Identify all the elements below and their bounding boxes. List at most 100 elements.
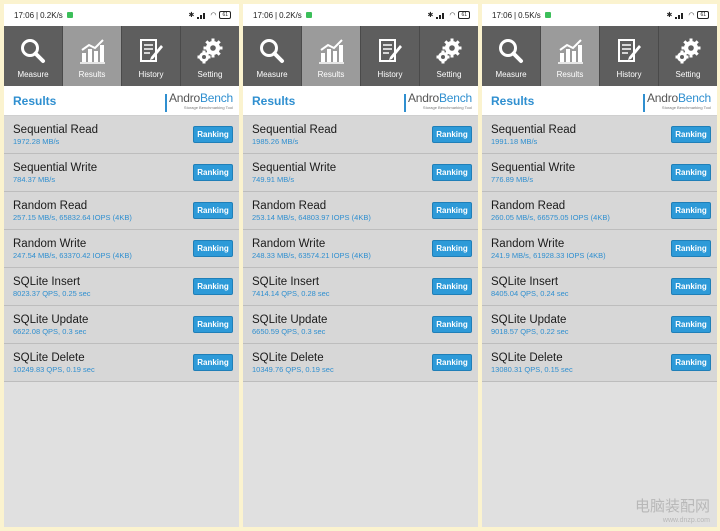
tab-history[interactable]: History	[122, 26, 181, 86]
result-value: 247.54 MB/s, 63370.42 IOPS (4KB)	[13, 250, 132, 260]
result-value: 1985.26 MB/s	[252, 136, 299, 146]
tab-label: Setting	[197, 70, 223, 79]
ranking-button[interactable]: Ranking	[432, 126, 472, 143]
result-value: 260.05 MB/s, 66575.05 IOPS (4KB)	[491, 212, 610, 222]
status-network-speed: 0.2K/s	[40, 10, 63, 20]
ranking-button[interactable]: Ranking	[671, 202, 711, 219]
result-title: SQLite Insert	[252, 275, 320, 288]
ranking-button[interactable]: Ranking	[671, 316, 711, 333]
ranking-button[interactable]: Ranking	[193, 354, 233, 371]
result-value: 6650.59 QPS, 0.3 sec	[252, 326, 326, 336]
tab-label: Measure	[495, 70, 527, 79]
tab-label: Results	[317, 70, 345, 79]
tab-history[interactable]: History	[361, 26, 420, 86]
ranking-button[interactable]: Ranking	[193, 316, 233, 333]
tab-results[interactable]: Results	[302, 26, 361, 86]
ranking-button[interactable]: Ranking	[193, 278, 233, 295]
ranking-button[interactable]: Ranking	[432, 278, 472, 295]
results-header: Results AndroBench Storage Benchmarking To…	[482, 86, 717, 116]
result-title: SQLite Update	[13, 313, 89, 326]
app-notification-icon	[305, 12, 312, 18]
result-title: Random Read	[13, 199, 88, 212]
tab-label: History	[616, 70, 642, 79]
result-row: Random Write 247.54 MB/s, 63370.42 IOPS (…	[4, 230, 239, 268]
bluetooth-icon: ✱	[427, 12, 434, 19]
status-bar: 17:06 | 0.5K/s ✱ ◠ 61	[482, 4, 717, 26]
result-value: 248.33 MB/s, 63574.21 IOPS (4KB)	[252, 250, 371, 260]
result-value: 257.15 MB/s, 65832.64 IOPS (4KB)	[13, 212, 132, 222]
result-row: Sequential Read 1972.28 MB/s Ranking	[4, 116, 239, 154]
ranking-button[interactable]: Ranking	[671, 354, 711, 371]
bar-chart-icon	[317, 37, 345, 70]
result-title: Sequential Read	[252, 123, 338, 136]
result-row: SQLite Update 6650.59 QPS, 0.3 sec Ranking	[243, 306, 478, 344]
result-title: Random Write	[252, 237, 326, 250]
tab-setting[interactable]: Setting	[181, 26, 239, 86]
ranking-button[interactable]: Ranking	[193, 202, 233, 219]
ranking-button[interactable]: Ranking	[193, 164, 233, 181]
result-title: Sequential Write	[252, 161, 337, 174]
battery-icon: 61	[219, 11, 231, 19]
result-title: Random Read	[252, 199, 327, 212]
result-value: 7414.14 QPS, 0.28 sec	[252, 288, 330, 298]
watermark-url: www.dnzp.com	[662, 517, 710, 524]
signal-icon	[197, 12, 207, 19]
document-edit-icon	[137, 37, 165, 70]
ranking-button[interactable]: Ranking	[671, 240, 711, 257]
ranking-button[interactable]: Ranking	[432, 202, 472, 219]
tab-label: History	[377, 70, 403, 79]
result-value: 1991.18 MB/s	[491, 136, 538, 146]
ranking-button[interactable]: Ranking	[432, 316, 472, 333]
tab-results[interactable]: Results	[541, 26, 600, 86]
result-row: Random Read 253.14 MB/s, 64803.97 IOPS (4…	[243, 192, 478, 230]
result-value: 10349.76 QPS, 0.19 sec	[252, 364, 334, 374]
ranking-button[interactable]: Ranking	[193, 240, 233, 257]
result-row: Random Write 248.33 MB/s, 63574.21 IOPS (…	[243, 230, 478, 268]
result-title: SQLite Insert	[491, 275, 559, 288]
results-header: Results AndroBench Storage Benchmarking To…	[243, 86, 478, 116]
bar-chart-icon	[556, 37, 584, 70]
ranking-button[interactable]: Ranking	[671, 126, 711, 143]
tab-measure[interactable]: Measure	[4, 26, 63, 86]
result-row: SQLite Delete 10249.83 QPS, 0.19 sec Ranki…	[4, 344, 239, 382]
tab-label: Setting	[675, 70, 701, 79]
result-row: Sequential Write 749.91 MB/s Ranking	[243, 154, 478, 192]
ranking-button[interactable]: Ranking	[671, 278, 711, 295]
gear-icon	[196, 37, 224, 70]
tab-bar: Measure Results History Setting	[243, 26, 478, 86]
tab-measure[interactable]: Measure	[243, 26, 302, 86]
result-title: Random Write	[491, 237, 565, 250]
tab-results[interactable]: Results	[63, 26, 122, 86]
signal-icon	[675, 12, 685, 19]
ranking-button[interactable]: Ranking	[432, 354, 472, 371]
result-value: 13080.31 QPS, 0.15 sec	[491, 364, 573, 374]
result-row: Random Read 260.05 MB/s, 66575.05 IOPS (4…	[482, 192, 717, 230]
androbench-logo: AndroBench Storage Benchmarking Tool	[403, 91, 472, 112]
status-network-speed: 0.2K/s	[279, 10, 302, 20]
page-title: Results	[252, 93, 296, 108]
tab-label: Setting	[436, 70, 462, 79]
tab-history[interactable]: History	[600, 26, 659, 86]
battery-icon: 61	[458, 11, 470, 19]
tab-measure[interactable]: Measure	[482, 26, 541, 86]
ranking-button[interactable]: Ranking	[432, 240, 472, 257]
tab-setting[interactable]: Setting	[659, 26, 717, 86]
ranking-button[interactable]: Ranking	[671, 164, 711, 181]
status-time: 17:06	[492, 10, 513, 20]
result-title: Sequential Read	[491, 123, 577, 136]
result-title: Random Write	[13, 237, 87, 250]
result-row: Sequential Read 1991.18 MB/s Ranking	[482, 116, 717, 154]
tab-label: Measure	[17, 70, 49, 79]
result-value: 8405.04 QPS, 0.24 sec	[491, 288, 569, 298]
tab-setting[interactable]: Setting	[420, 26, 478, 86]
result-title: SQLite Delete	[252, 351, 324, 364]
ranking-button[interactable]: Ranking	[193, 126, 233, 143]
results-header: Results AndroBench Storage Benchmarking To…	[4, 86, 239, 116]
tab-label: Results	[556, 70, 584, 79]
ranking-button[interactable]: Ranking	[432, 164, 472, 181]
result-row: SQLite Delete 10349.76 QPS, 0.19 sec Ranki…	[243, 344, 478, 382]
bar-chart-icon	[78, 37, 106, 70]
result-row: SQLite Update 6622.08 QPS, 0.3 sec Ranking	[4, 306, 239, 344]
result-title: SQLite Update	[491, 313, 567, 326]
result-value: 776.89 MB/s	[491, 174, 534, 184]
